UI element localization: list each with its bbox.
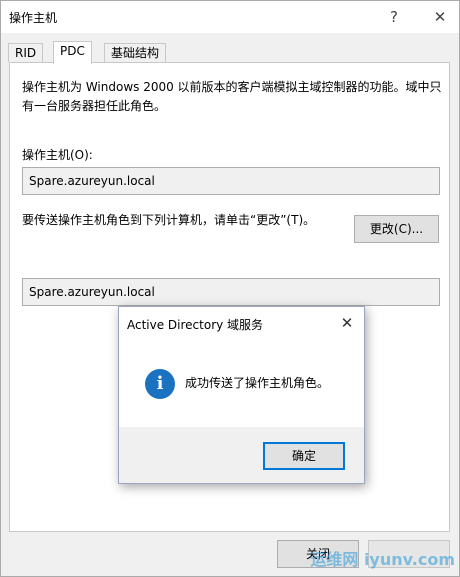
- pdc-description: 操作主机为 Windows 2000 以前版本的客户端模拟主域控制器的功能。域中…: [22, 80, 442, 113]
- ok-button[interactable]: 确定: [263, 442, 345, 470]
- window-title: 操作主机: [9, 11, 58, 25]
- change-button[interactable]: 更改(C)...: [354, 215, 439, 243]
- operations-master-field: Spare.azureyun.local: [22, 167, 440, 195]
- watermark-logo: 运维网 iyunv.com: [310, 546, 455, 570]
- window-close-button[interactable]: ✕: [425, 4, 455, 30]
- dialog-message: 成功传送了操作主机角色。: [185, 376, 330, 390]
- info-icon: i: [145, 369, 175, 399]
- dialog-close-button[interactable]: ✕: [336, 312, 358, 334]
- tab-infrastructure[interactable]: 基础结构: [104, 43, 167, 62]
- message-dialog: Active Directory 域服务 ✕ i 成功传送了操作主机角色。 确定: [118, 306, 365, 484]
- tab-rid[interactable]: RID: [8, 43, 44, 62]
- dialog-title: Active Directory 域服务: [127, 318, 264, 332]
- help-button[interactable]: ?: [379, 4, 409, 30]
- title-bar: 操作主机 ? ✕: [1, 1, 459, 33]
- target-computer-field: Spare.azureyun.local: [22, 278, 440, 306]
- transfer-instruction: 要传送操作主机角色到下列计算机，请单击“更改”(T)。: [22, 213, 316, 227]
- operations-master-label: 操作主机(O):: [22, 148, 93, 162]
- tab-pdc[interactable]: PDC: [53, 41, 92, 64]
- dialog-footer: 确定: [119, 427, 364, 483]
- watermark-text: 运维网 iyunv.com: [310, 550, 455, 569]
- tab-strip: RID PDC 基础结构: [1, 41, 459, 64]
- operations-master-window: 操作主机 ? ✕ RID PDC 基础结构 操作主机为 Windows 2000…: [0, 0, 460, 577]
